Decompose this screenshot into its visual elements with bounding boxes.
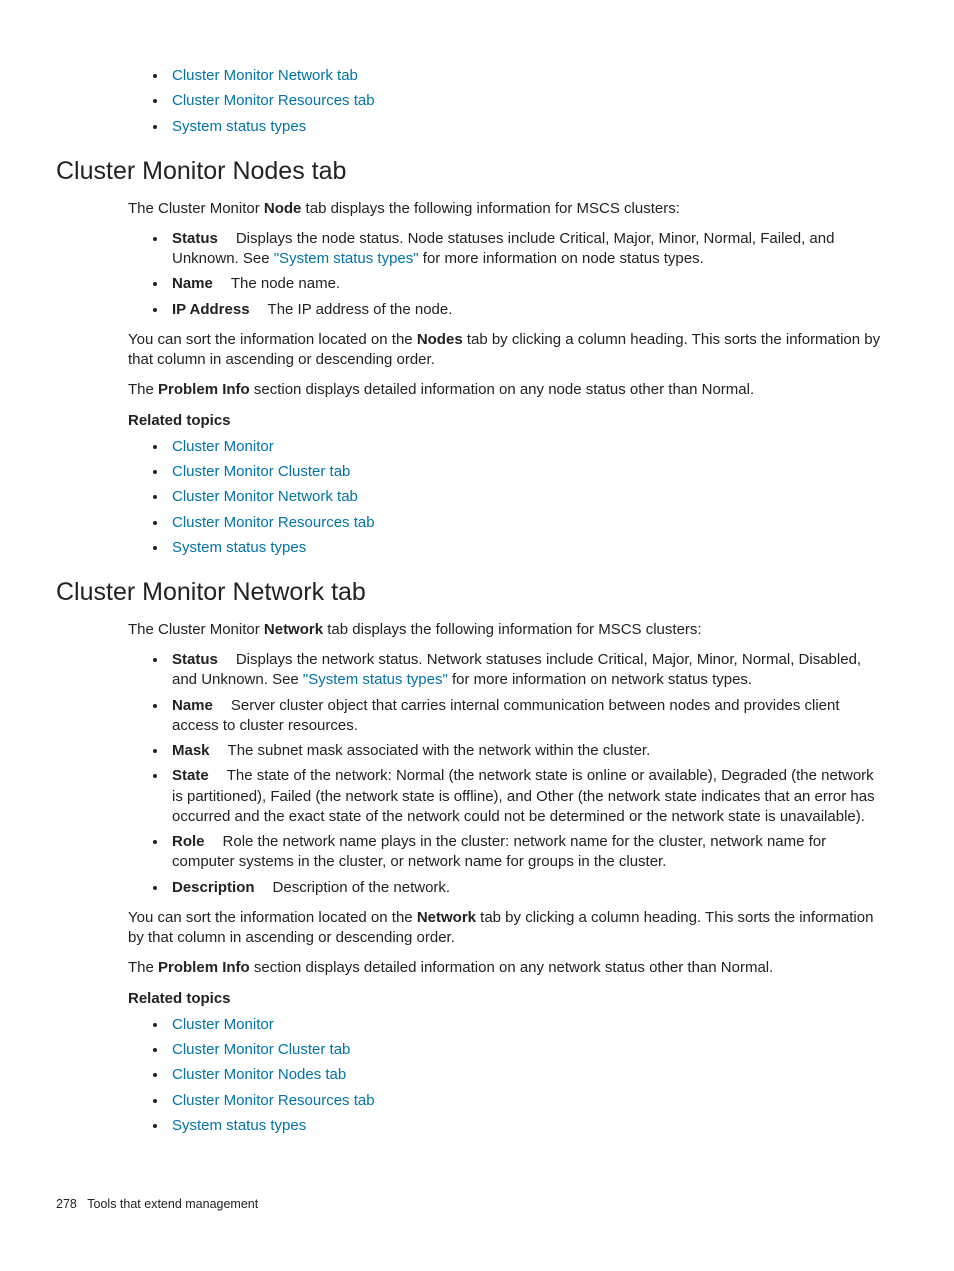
term-name: Name [172, 275, 231, 292]
term-description: Description [172, 879, 273, 896]
link-cluster-monitor-network-tab[interactable]: Cluster Monitor Network tab [172, 67, 358, 84]
term-role: Role [172, 833, 223, 850]
text: tab displays the following information f… [301, 200, 680, 217]
related-link-list: Cluster Monitor Cluster Monitor Cluster … [128, 437, 888, 558]
list-item: StatusDisplays the node status. Node sta… [168, 229, 888, 270]
link-system-status-types[interactable]: "System status types" [274, 250, 419, 267]
term-name: Name [172, 697, 231, 714]
description-text: Role the network name plays in the clust… [172, 833, 826, 870]
page-number: 278 [56, 1197, 77, 1211]
text: The Cluster Monitor [128, 621, 264, 638]
list-item: Cluster Monitor Cluster tab [168, 1040, 888, 1060]
link-system-status-types[interactable]: "System status types" [303, 671, 448, 688]
list-item: System status types [168, 117, 888, 137]
text: tab displays the following information f… [323, 621, 702, 638]
term-mask: Mask [172, 742, 228, 759]
bold-term: Network [417, 909, 476, 926]
link-cluster-monitor-cluster-tab[interactable]: Cluster Monitor Cluster tab [172, 463, 350, 480]
text: You can sort the information located on … [128, 909, 417, 926]
bold-term: Nodes [417, 331, 463, 348]
heading-network-tab: Cluster Monitor Network tab [56, 576, 898, 610]
term-status: Status [172, 230, 236, 247]
link-system-status-types[interactable]: System status types [172, 118, 306, 135]
definition-list: StatusDisplays the network status. Netwo… [128, 650, 888, 898]
list-item: NameServer cluster object that carries i… [168, 696, 888, 737]
text: The [128, 381, 158, 398]
section-nodes-content: The Cluster Monitor Node tab displays th… [128, 199, 888, 559]
list-item: DescriptionDescription of the network. [168, 878, 888, 898]
description-text: Description of the network. [273, 879, 451, 896]
link-cluster-monitor[interactable]: Cluster Monitor [172, 438, 274, 455]
term-state: State [172, 767, 227, 784]
list-item: Cluster Monitor Resources tab [168, 1091, 888, 1111]
list-item: Cluster Monitor Nodes tab [168, 1065, 888, 1085]
description-text: The IP address of the node. [268, 301, 453, 318]
list-item: StateThe state of the network: Normal (t… [168, 766, 888, 827]
related-topics-heading: Related topics [128, 989, 888, 1009]
text: section displays detailed information on… [250, 381, 754, 398]
bold-term: Problem Info [158, 381, 250, 398]
definition-list: StatusDisplays the node status. Node sta… [128, 229, 888, 320]
list-item: System status types [168, 538, 888, 558]
link-cluster-monitor-nodes-tab[interactable]: Cluster Monitor Nodes tab [172, 1066, 346, 1083]
list-item: Cluster Monitor Resources tab [168, 91, 888, 111]
list-item: Cluster Monitor Network tab [168, 66, 888, 86]
text: The [128, 959, 158, 976]
list-item: Cluster Monitor Network tab [168, 487, 888, 507]
list-item: StatusDisplays the network status. Netwo… [168, 650, 888, 691]
link-cluster-monitor-network-tab[interactable]: Cluster Monitor Network tab [172, 488, 358, 505]
bold-term: Problem Info [158, 959, 250, 976]
related-topics-heading: Related topics [128, 411, 888, 431]
text: You can sort the information located on … [128, 331, 417, 348]
link-system-status-types[interactable]: System status types [172, 1117, 306, 1134]
description-text: for more information on node status type… [419, 250, 704, 267]
list-item: Cluster Monitor [168, 437, 888, 457]
term-status: Status [172, 651, 236, 668]
link-system-status-types[interactable]: System status types [172, 539, 306, 556]
related-link-list: Cluster Monitor Cluster Monitor Cluster … [128, 1015, 888, 1136]
text: The Cluster Monitor [128, 200, 264, 217]
intro-paragraph: The Cluster Monitor Node tab displays th… [128, 199, 888, 219]
link-cluster-monitor-resources-tab[interactable]: Cluster Monitor Resources tab [172, 92, 375, 109]
link-list: Cluster Monitor Network tab Cluster Moni… [128, 66, 888, 137]
problem-info-paragraph: The Problem Info section displays detail… [128, 958, 888, 978]
list-item: IP AddressThe IP address of the node. [168, 300, 888, 320]
list-item: Cluster Monitor Resources tab [168, 513, 888, 533]
top-related-links: Cluster Monitor Network tab Cluster Moni… [128, 66, 888, 137]
bold-term: Node [264, 200, 302, 217]
page-footer: 278 Tools that extend management [56, 1196, 898, 1213]
problem-info-paragraph: The Problem Info section displays detail… [128, 380, 888, 400]
description-text: Server cluster object that carries inter… [172, 697, 840, 734]
description-text: The state of the network: Normal (the ne… [172, 767, 875, 825]
intro-paragraph: The Cluster Monitor Network tab displays… [128, 620, 888, 640]
description-text: The node name. [231, 275, 340, 292]
list-item: System status types [168, 1116, 888, 1136]
list-item: Cluster Monitor [168, 1015, 888, 1035]
list-item: RoleRole the network name plays in the c… [168, 832, 888, 873]
description-text: The subnet mask associated with the netw… [228, 742, 651, 759]
bold-term: Network [264, 621, 323, 638]
list-item: NameThe node name. [168, 274, 888, 294]
term-ip-address: IP Address [172, 301, 268, 318]
chapter-title: Tools that extend management [87, 1197, 258, 1211]
heading-nodes-tab: Cluster Monitor Nodes tab [56, 155, 898, 189]
list-item: MaskThe subnet mask associated with the … [168, 741, 888, 761]
link-cluster-monitor-resources-tab[interactable]: Cluster Monitor Resources tab [172, 514, 375, 531]
text: section displays detailed information on… [250, 959, 774, 976]
sort-paragraph: You can sort the information located on … [128, 908, 888, 949]
section-network-content: The Cluster Monitor Network tab displays… [128, 620, 888, 1136]
list-item: Cluster Monitor Cluster tab [168, 462, 888, 482]
link-cluster-monitor-resources-tab[interactable]: Cluster Monitor Resources tab [172, 1092, 375, 1109]
link-cluster-monitor-cluster-tab[interactable]: Cluster Monitor Cluster tab [172, 1041, 350, 1058]
link-cluster-monitor[interactable]: Cluster Monitor [172, 1016, 274, 1033]
description-text: for more information on network status t… [448, 671, 752, 688]
sort-paragraph: You can sort the information located on … [128, 330, 888, 371]
